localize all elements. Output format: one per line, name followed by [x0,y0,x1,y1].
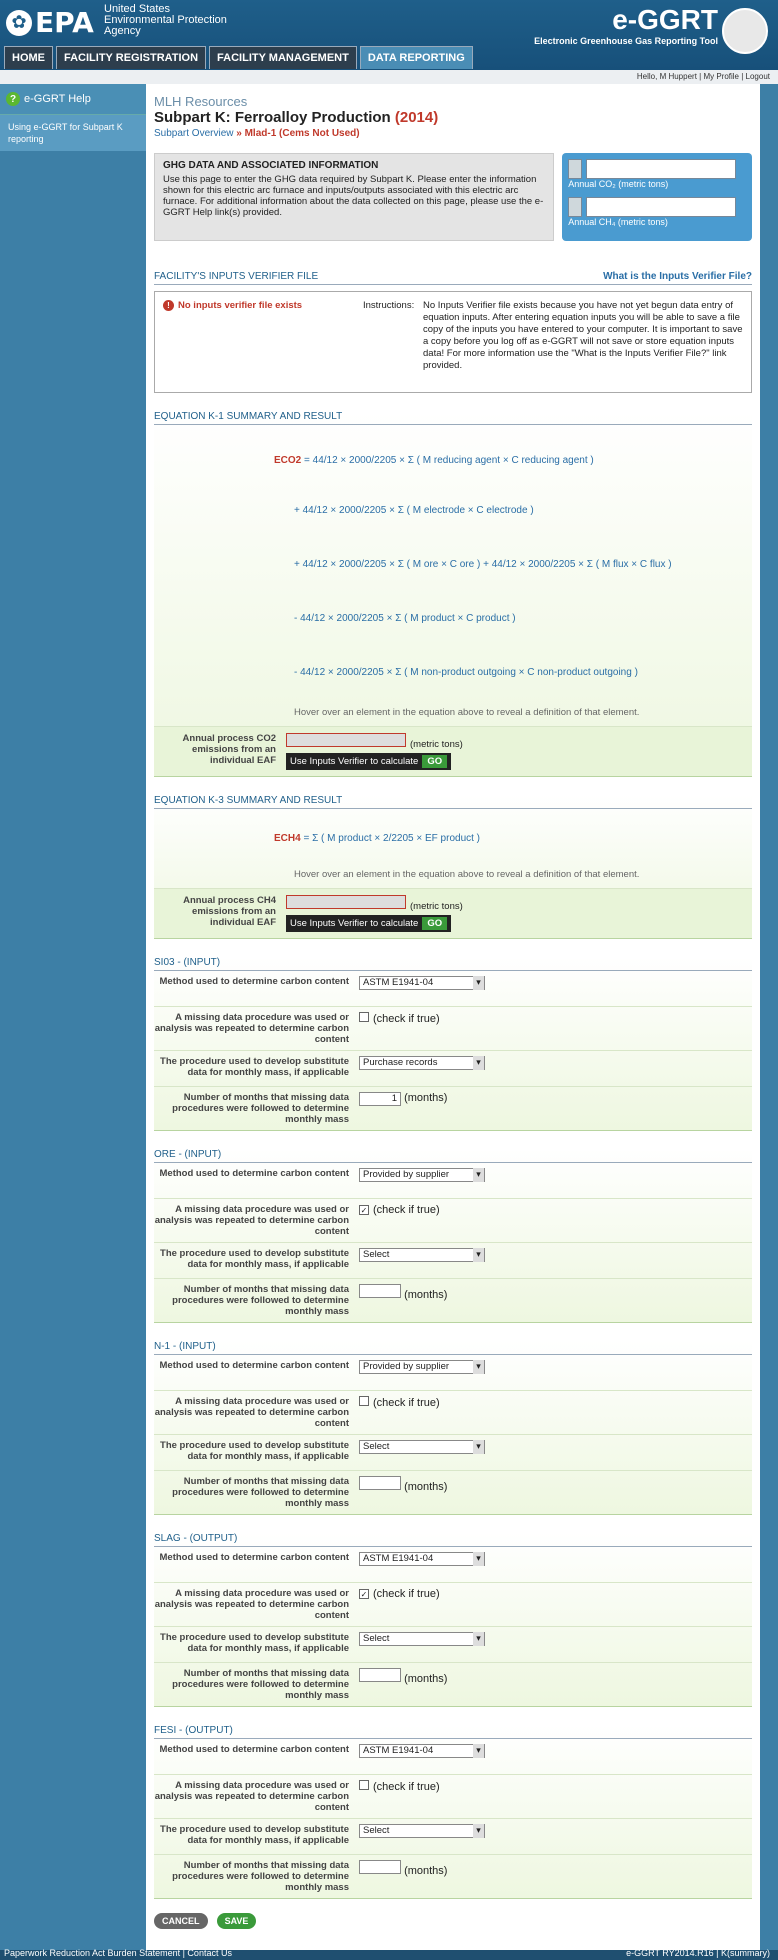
annual-co2-field [586,159,737,179]
sidebar-link-subpart-k[interactable]: Using e-GGRT for Subpart K reporting [0,115,146,151]
page-title: Subpart K: Ferroalloy Production (2014) [154,109,439,126]
error-icon: ! [163,300,174,311]
crumb-subpart-overview[interactable]: Subpart Overview [154,128,233,139]
cancel-button[interactable]: CANCEL [154,1913,208,1929]
annual-totals: Annual CO₂ (metric tons) Annual CH₄ (met… [562,153,752,241]
months-input[interactable] [359,1668,401,1682]
nav-data-reporting[interactable]: DATA REPORTING [359,46,473,69]
material-section: SI03 - (INPUT) Method used to determine … [154,957,752,1131]
ch4-result-field [286,895,406,909]
procedure-select[interactable]: Purchase records [359,1056,485,1070]
procedure-select[interactable]: Select [359,1824,485,1838]
calculator-icon [568,159,583,179]
epa-flower-icon: ✿ [6,9,32,36]
k3-equation[interactable]: ECH4 = Σ ( M product × 2/2205 × EF produ… [154,809,752,869]
missing-data-checkbox[interactable] [359,1396,369,1406]
procedure-select[interactable]: Select [359,1248,485,1262]
breadcrumb: Subpart Overview » Mlad-1 (Cems Not Used… [154,128,360,139]
method-select[interactable]: Provided by supplier [359,1360,485,1374]
procedure-select[interactable]: Select [359,1632,485,1646]
verifier-heading: FACILITY'S INPUTS VERIFIER FILE [154,271,319,282]
verifier-box: ! No inputs verifier file exists Instruct… [154,291,752,393]
footer: Paperwork Reduction Act Burden Statement… [0,1948,778,1960]
months-input[interactable]: 1 [359,1092,401,1106]
missing-data-checkbox[interactable]: ✓ [359,1589,369,1599]
app-logo: e-GGRT Electronic Greenhouse Gas Reportin… [534,4,718,46]
action-buttons: CANCEL SAVE [154,1913,752,1929]
months-input[interactable] [359,1860,401,1874]
save-button[interactable]: SAVE [216,1913,257,1929]
verifier-help-link[interactable]: What is the Inputs Verifier File? [603,271,752,282]
header: ✿ EPA United States Environmental Protect… [0,0,778,70]
main-content: MLH Resources Subpart K: Ferroalloy Prod… [146,84,760,1960]
procedure-select[interactable]: Select [359,1440,485,1454]
material-section: N-1 - (INPUT) Method used to determine c… [154,1341,752,1515]
material-section: SLAG - (OUTPUT) Method used to determine… [154,1533,752,1707]
help-icon: ? [6,92,20,106]
method-select[interactable]: ASTM E1941-04 [359,976,485,990]
months-input[interactable] [359,1284,401,1298]
months-input[interactable] [359,1476,401,1490]
missing-data-checkbox[interactable] [359,1780,369,1790]
method-select[interactable]: ASTM E1941-04 [359,1552,485,1566]
k1-section: EQUATION K-1 SUMMARY AND RESULT ECO2 = 4… [154,411,752,777]
co2-result-field [286,733,406,747]
ghg-info-box: GHG DATA AND ASSOCIATED INFORMATION Use t… [154,153,555,241]
k1-verifier-button[interactable]: Use Inputs Verifier to calculate GO [286,753,452,770]
annual-ch4-field [586,197,737,217]
sidebar: ? e-GGRT Help Using e-GGRT for Subpart K … [0,84,146,1960]
method-select[interactable]: Provided by supplier [359,1168,485,1182]
material-section: ORE - (INPUT) Method used to determine c… [154,1149,752,1323]
nav-facility-management[interactable]: FACILITY MANAGEMENT [209,46,357,69]
k3-section: EQUATION K-3 SUMMARY AND RESULT ECH4 = Σ… [154,795,752,939]
missing-data-checkbox[interactable] [359,1012,369,1022]
method-select[interactable]: ASTM E1941-04 [359,1744,485,1758]
nav-facility-registration[interactable]: FACILITY REGISTRATION [56,46,207,69]
missing-data-checkbox[interactable]: ✓ [359,1205,369,1215]
agency-name: United States Environmental Protection A… [104,3,227,37]
nav-home[interactable]: HOME [4,46,53,69]
sidebar-help[interactable]: ? e-GGRT Help [0,84,146,115]
epa-logo[interactable]: ✿ EPA [6,6,94,39]
material-section: FESI - (OUTPUT) Method used to determine… [154,1725,752,1899]
bird-logo-icon [722,8,768,54]
company-name: MLH Resources [154,94,248,109]
main-nav: HOME FACILITY REGISTRATION FACILITY MANA… [4,46,473,69]
k3-verifier-button[interactable]: Use Inputs Verifier to calculate GO [286,915,452,932]
k1-equation[interactable]: ECO2 = 44/12 × 2000/2205 × Σ ( M reducin… [154,425,752,707]
calculator-icon [568,197,583,217]
user-bar[interactable]: Hello, M Huppert | My Profile | Logout [0,70,778,84]
